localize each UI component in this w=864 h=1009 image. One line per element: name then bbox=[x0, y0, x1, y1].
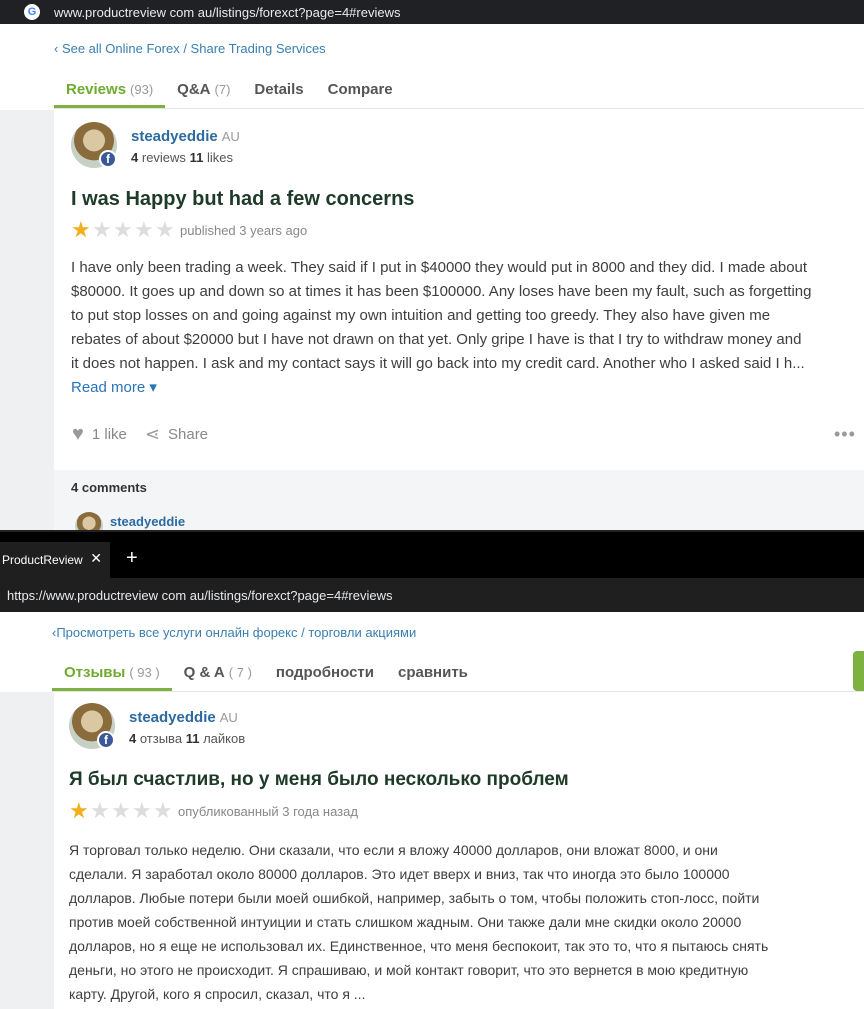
bottom-avatar[interactable]: f bbox=[69, 703, 115, 749]
bottom-star-rating: ★ ★ ★ ★ ★ bbox=[69, 798, 174, 823]
top-listing-tabs: Reviews (93) Q&A (7) Details Compare bbox=[54, 70, 405, 108]
bottom-listing-tabs: Отзывы( 93 ) Q & A( 7 ) подробности срав… bbox=[52, 653, 480, 691]
close-icon[interactable]: ✕ bbox=[90, 550, 102, 567]
bottom-review-body: Я торговал только неделю. Они сказали, ч… bbox=[69, 838, 861, 1006]
review-line: сделали. Я заработал около 80000 долларо… bbox=[69, 866, 730, 882]
commenter-name[interactable]: steadyeddie bbox=[110, 514, 185, 529]
star-icon: ★ bbox=[132, 798, 152, 823]
bottom-review-title[interactable]: Я был счастлив, но у меня было несколько… bbox=[69, 769, 569, 791]
review-line: деньги, но этого не происходит. Я спраши… bbox=[69, 962, 749, 978]
tab-otzyvy[interactable]: Отзывы( 93 ) bbox=[52, 653, 172, 691]
top-published-date: published 3 years ago bbox=[180, 223, 308, 238]
top-avatar[interactable]: f bbox=[71, 122, 117, 168]
browser-tab-title: ProductReview bbox=[2, 553, 83, 567]
review-line: $80000. It goes up and down so at times … bbox=[71, 283, 812, 300]
star-icon: ★ bbox=[71, 217, 91, 242]
facebook-icon: f bbox=[99, 150, 117, 168]
star-icon: ★ bbox=[69, 798, 89, 823]
bottom-user-stats: 4 отзыва 11 лайков bbox=[129, 731, 246, 746]
bottom-published-date: опубликованный 3 года назад bbox=[178, 804, 358, 819]
new-tab-icon[interactable]: + bbox=[126, 547, 138, 570]
bottom-tabs-divider bbox=[52, 691, 864, 692]
read-more-link[interactable]: Read more ▾ bbox=[71, 378, 157, 396]
top-left-gutter bbox=[0, 110, 54, 530]
review-line: rebates of about $20000 but I have not d… bbox=[71, 331, 802, 348]
browser-tab[interactable]: ProductReview ✕ bbox=[0, 542, 110, 578]
review-actions: ♥ 1 like ⋖ Share bbox=[72, 423, 208, 446]
top-username[interactable]: steadyeddie AU bbox=[131, 128, 240, 145]
review-line: карту. Другой, кого я спросил, сказал, ч… bbox=[69, 986, 366, 1002]
top-star-rating: ★ ★ ★ ★ ★ bbox=[71, 217, 176, 242]
top-review-body: I have only been trading a week. They sa… bbox=[71, 256, 861, 376]
tab-qa-ru[interactable]: Q & A( 7 ) bbox=[172, 653, 264, 691]
tab-podrobnosti[interactable]: подробности bbox=[264, 653, 386, 691]
share-icon[interactable]: ⋖ bbox=[145, 424, 160, 445]
browser-tab-strip: ProductReview ✕ + bbox=[0, 530, 864, 578]
review-line: долларов, но я еще не использовал их. Ед… bbox=[69, 938, 769, 954]
top-breadcrumb[interactable]: ‹ See all Online Forex / Share Trading S… bbox=[54, 41, 326, 56]
star-icon: ★ bbox=[90, 798, 110, 823]
review-line: Я торговал только неделю. Они сказали, ч… bbox=[69, 842, 718, 858]
tab-compare[interactable]: Compare bbox=[316, 70, 405, 108]
review-line: долларов. Любые потери были моей ошибкой… bbox=[69, 890, 760, 906]
review-line: it does not happen. I ask and my contact… bbox=[71, 355, 805, 372]
comments-count[interactable]: 4 comments bbox=[71, 480, 147, 495]
bottom-url-text[interactable]: https://www.productreview com au/listing… bbox=[7, 588, 393, 603]
top-address-bar[interactable]: G www.productreview com au/listings/fore… bbox=[0, 0, 864, 24]
green-side-tab[interactable] bbox=[853, 651, 864, 691]
review-line: I have only been trading a week. They sa… bbox=[71, 259, 808, 276]
star-icon: ★ bbox=[111, 798, 131, 823]
bottom-username[interactable]: steadyeddie AU bbox=[129, 709, 238, 726]
tab-details[interactable]: Details bbox=[242, 70, 315, 108]
bottom-breadcrumb[interactable]: ‹Просмотреть все услуги онлайн форекс / … bbox=[52, 625, 416, 640]
bottom-address-bar[interactable]: https://www.productreview com au/listing… bbox=[0, 578, 864, 612]
tab-reviews[interactable]: Reviews (93) bbox=[54, 70, 166, 108]
facebook-icon: f bbox=[97, 731, 115, 749]
heart-icon[interactable]: ♥ bbox=[72, 423, 84, 446]
tab-qa[interactable]: Q&A (7) bbox=[165, 70, 242, 108]
review-line: против моей собственной интуиции и стать… bbox=[69, 914, 742, 930]
review-line: to put stop losses on and going against … bbox=[71, 307, 771, 324]
star-icon: ★ bbox=[92, 217, 112, 242]
google-g-icon: G bbox=[24, 4, 40, 20]
bottom-left-gutter bbox=[0, 692, 54, 1009]
star-icon: ★ bbox=[134, 217, 154, 242]
share-label[interactable]: Share bbox=[168, 426, 208, 443]
star-icon: ★ bbox=[153, 798, 173, 823]
top-url-text[interactable]: www.productreview com au/listings/forexc… bbox=[54, 5, 400, 20]
star-icon: ★ bbox=[155, 217, 175, 242]
top-review-title[interactable]: I was Happy but had a few concerns bbox=[71, 188, 414, 211]
top-user-stats: 4 reviews 11 likes bbox=[131, 150, 233, 165]
tab-sravnit[interactable]: сравнить bbox=[386, 653, 480, 691]
tab-strip-border bbox=[0, 530, 864, 532]
top-tabs-divider bbox=[54, 108, 864, 109]
star-icon: ★ bbox=[113, 217, 133, 242]
like-count[interactable]: 1 like bbox=[92, 426, 127, 443]
more-dots-icon[interactable]: ••• bbox=[834, 424, 856, 445]
